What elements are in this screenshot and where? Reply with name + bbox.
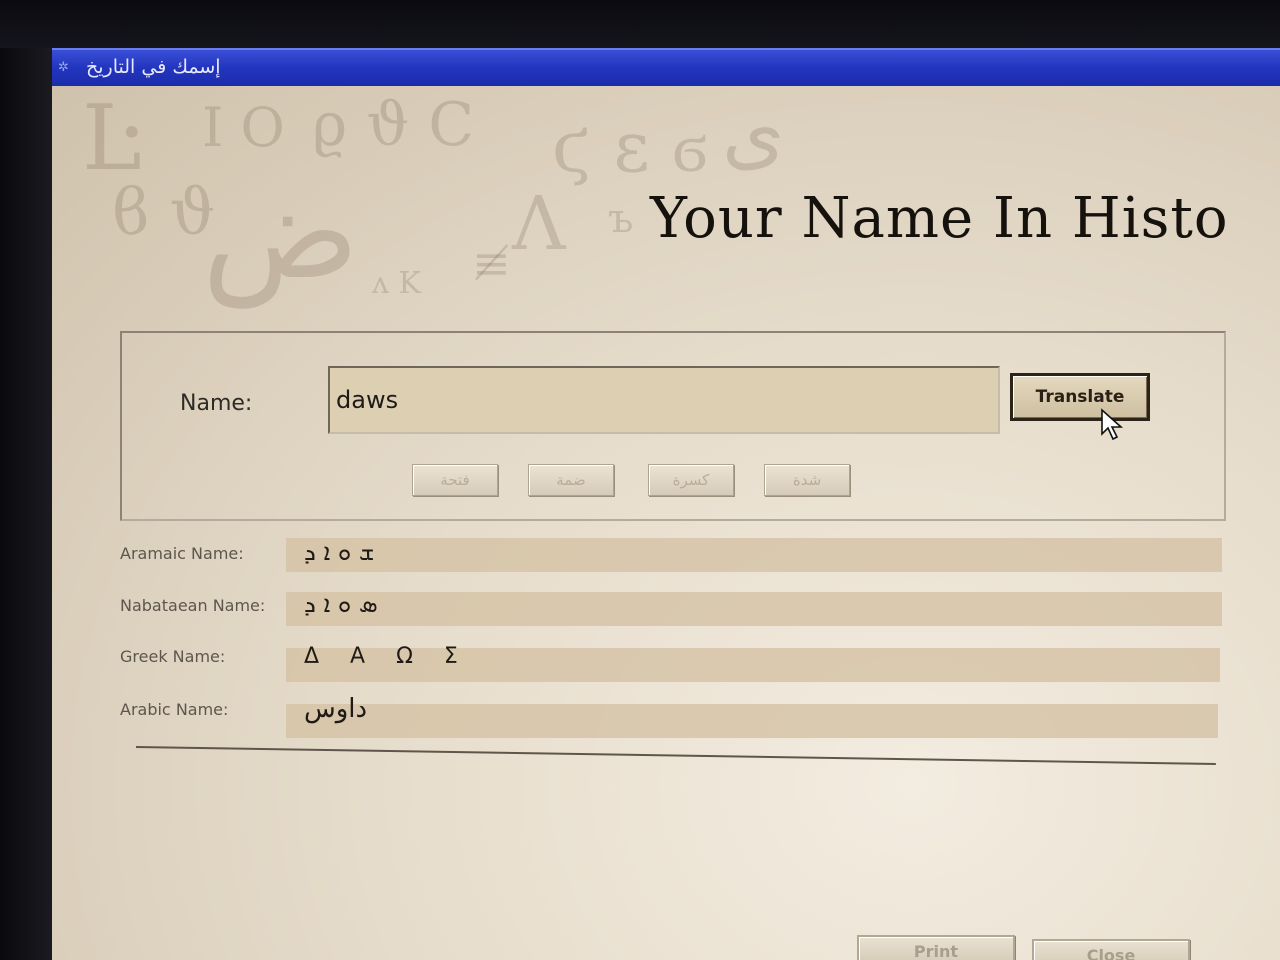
monitor-bezel-left bbox=[0, 48, 52, 960]
mouse-pointer-icon bbox=[1101, 408, 1124, 441]
app-title: Your Name In Histo bbox=[650, 186, 1229, 251]
nabataean-name-label: Nabataean Name: bbox=[120, 596, 266, 615]
app-window: ✲ إسمك في التاريخ Ŀ I O ϱ ϑ Ϲ ϛ ε ϭ ى ϐ … bbox=[52, 48, 1280, 960]
print-button[interactable]: Print bbox=[857, 935, 1015, 960]
close-button[interactable]: Close bbox=[1032, 939, 1190, 960]
aramaic-name-label: Aramaic Name: bbox=[120, 544, 244, 563]
kasra-button[interactable]: كسرة bbox=[648, 464, 734, 496]
nabataean-name-value: ܣ ܘ ܐ ܕ bbox=[304, 590, 378, 618]
greek-name-label: Greek Name: bbox=[120, 647, 226, 666]
translate-button[interactable]: Translate bbox=[1010, 373, 1150, 421]
damma-button[interactable]: ضمة bbox=[528, 464, 614, 496]
nabataean-name-field bbox=[286, 592, 1222, 626]
title-bar[interactable]: ✲ إسمك في التاريخ bbox=[52, 48, 1280, 88]
app-icon: ✲ bbox=[58, 60, 69, 75]
aramaic-name-field bbox=[286, 538, 1222, 572]
arabic-name-label: Arabic Name: bbox=[120, 700, 229, 719]
fatha-button[interactable]: فتحة bbox=[412, 464, 498, 496]
aramaic-name-value: ܫ ܘ ܐ ܕ bbox=[304, 538, 375, 566]
monitor-bezel-top bbox=[0, 0, 1280, 48]
results-divider bbox=[135, 746, 1216, 765]
greek-name-value: Δ Α Ω Σ bbox=[304, 644, 470, 669]
name-input[interactable] bbox=[328, 366, 1000, 434]
window-title: إسمك في التاريخ bbox=[86, 56, 221, 78]
shadda-button[interactable]: شدة bbox=[764, 464, 850, 496]
name-label: Name: bbox=[180, 391, 253, 416]
main-content: Ŀ I O ϱ ϑ Ϲ ϛ ε ϭ ى ϐ ϑ ض Λ ≢ ᴧ K ъ Your… bbox=[52, 86, 1280, 960]
name-input-panel: Name: Translate فتحة ضمة كسرة شدة bbox=[120, 331, 1226, 521]
arabic-name-field bbox=[286, 704, 1218, 738]
arabic-name-value: داوس bbox=[304, 694, 368, 724]
